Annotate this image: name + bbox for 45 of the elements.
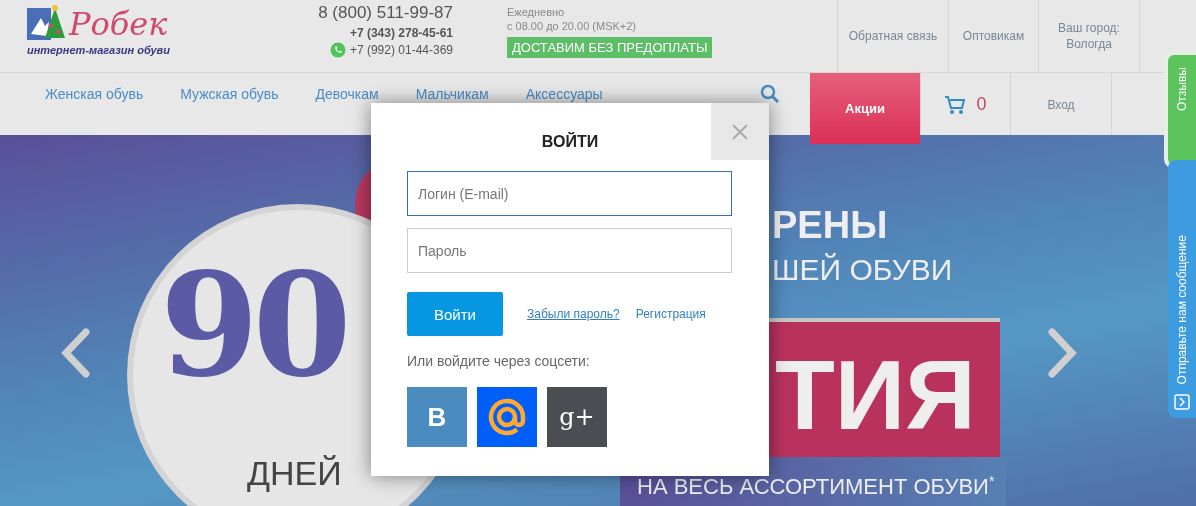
login-field[interactable]: Логин (E-mail) [407,171,732,216]
city-value[interactable]: Вологда [1066,36,1112,52]
schedule-days: Ежедневно [507,6,837,18]
logo-icon [27,4,67,42]
logo-tagline: интернет-магазин обуви [27,44,171,56]
message-tab[interactable]: Отправьте нам сообщение [1168,160,1196,418]
logo-text: Робек [69,6,168,42]
nav-link[interactable]: Аксессуары [525,86,603,102]
banner-subheadline: ШЕЙ ОБУВИ [772,253,953,287]
vk-button[interactable]: В [407,387,467,447]
mail-button[interactable] [477,387,537,447]
whatsapp-phone: +7 (992) 01-44-369 [349,43,453,57]
search-icon[interactable] [760,84,780,104]
message-icon [1174,394,1190,410]
at-sign-icon [487,397,527,437]
nav-link[interactable]: Девочкам [315,86,379,102]
google-plus-button[interactable]: g+ [547,387,607,447]
nav-link[interactable]: Мальчикам [415,86,489,102]
banner-number: 90 [160,245,346,405]
schedule-hours: с 08.00 до 20.00 (MSK+2) [507,20,638,32]
banner-title: ТИЯ [775,340,976,450]
nav-link[interactable]: Женская обувь [45,86,144,102]
phone-number: +7 (343) 278-45-61 [349,25,453,42]
cart-icon[interactable] [944,94,967,115]
chevron-left-icon[interactable] [60,328,92,378]
dialog-title: ВОЙТИ [540,133,600,151]
top-link[interactable]: Оптовикам [948,0,1038,72]
banner-caption: ДНЕЙ [247,453,342,493]
login-button[interactable]: Войти [407,292,503,336]
cart-count: 0 [976,94,987,115]
top-link[interactable]: Обратная связь [837,0,948,72]
close-icon [732,123,748,140]
password-field[interactable]: Пароль [407,228,732,273]
nav-link[interactable]: Мужская обувь [180,86,279,102]
close-button[interactable] [711,103,769,160]
banner-headline: РЕНЫ [772,203,888,247]
delivery-badge: ДОСТАВИМ БЕЗ ПРЕДОПЛАТЫ [507,37,713,58]
promo-tab[interactable]: Акции [810,73,920,144]
city-label: Ваш город: [1058,20,1120,36]
whatsapp-icon [329,42,346,58]
chevron-right-icon[interactable] [1046,328,1078,378]
main-phone: 8 (800) 511-99-87 [318,2,453,24]
forgot-password-link[interactable]: Забыли пароль? [527,307,620,321]
social-caption: Или войдите через соцсети: [407,353,591,369]
register-link[interactable]: Регистрация [635,307,706,321]
